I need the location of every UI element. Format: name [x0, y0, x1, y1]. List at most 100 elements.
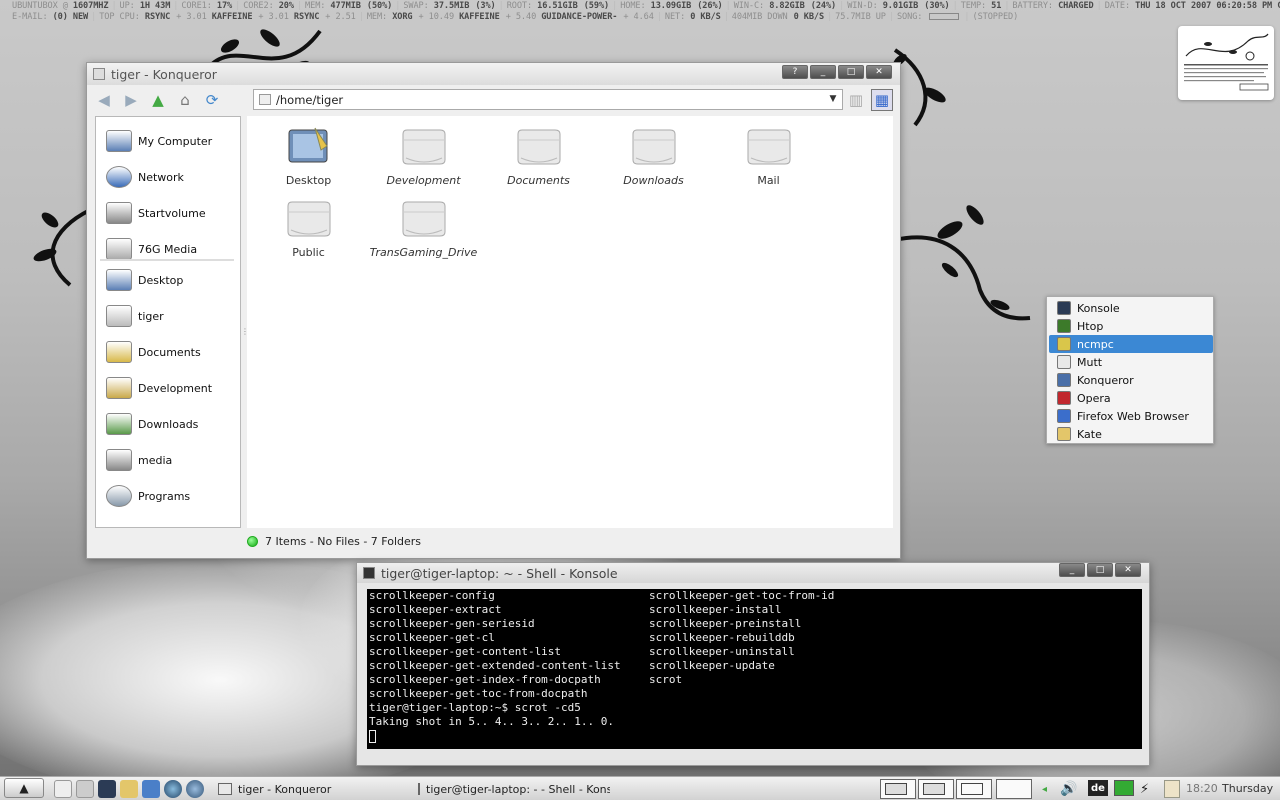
htop-icon — [1057, 319, 1071, 333]
sidebar-item-media[interactable]: media — [104, 446, 172, 474]
desktop-pager-4[interactable] — [996, 779, 1032, 799]
mutt-icon — [1057, 355, 1071, 369]
task-konqueror[interactable]: tiger - Konqueror — [218, 780, 331, 798]
desktop-pager-2[interactable] — [918, 779, 954, 799]
file-item[interactable]: Public — [251, 198, 366, 259]
file-label: Public — [292, 246, 325, 259]
sidebar-item-network[interactable]: Network — [104, 163, 184, 191]
menu-item-opera[interactable]: Opera — [1049, 389, 1213, 407]
monitor-key: win-d: — [847, 1, 878, 11]
monitor-stat: (50%) — [361, 1, 392, 12]
konsole-titlebar[interactable]: tiger@tiger-laptop: ~ - Shell - Konsole — [357, 563, 1149, 583]
monitor-value: 20% — [278, 1, 294, 11]
close-button[interactable]: ✕ — [1115, 563, 1141, 577]
minimize-button[interactable]: _ — [810, 65, 836, 79]
sidebar-item-documents[interactable]: Documents — [104, 338, 201, 366]
sidebar-item-startvolume[interactable]: Startvolume — [104, 199, 206, 227]
menu-item-ncmpc[interactable]: ncmpc — [1049, 335, 1213, 353]
clock[interactable]: 18:20 — [1186, 782, 1218, 795]
network-tray-icon[interactable]: ⚡ — [1140, 780, 1149, 798]
terminal-line: scrollkeeper-get-cl — [369, 631, 495, 644]
sidebar-item-label: Network — [138, 170, 184, 184]
terminal-prompt-line: tiger@tiger-laptop:~$ scrot -cd5 — [369, 701, 581, 714]
monitor-key: core1: — [181, 1, 212, 11]
up-arrow-icon[interactable]: ▲ — [147, 89, 169, 111]
menu-item-label: Opera — [1077, 391, 1111, 405]
task-konsole[interactable]: tiger@tiger-laptop: - - Shell - Konsole — [418, 780, 610, 798]
sidebar-item-desktop[interactable]: Desktop — [104, 266, 183, 294]
icon-view-icon[interactable]: ▦ — [871, 89, 893, 111]
menu-item-mutt[interactable]: Mutt — [1049, 353, 1213, 371]
close-button[interactable]: ✕ — [866, 65, 892, 79]
battery-icon[interactable] — [1114, 780, 1134, 796]
menu-item-konqueror[interactable]: Konqueror — [1049, 371, 1213, 389]
monitor-value: 0 KB/S — [793, 12, 825, 22]
file-label: Desktop — [285, 174, 332, 187]
reload-icon[interactable]: ⟳ — [201, 89, 223, 111]
sidebar-item-my-computer[interactable]: My Computer — [104, 127, 212, 155]
file-item[interactable]: Development — [366, 126, 481, 187]
sidebar-item-development[interactable]: Development — [104, 374, 212, 402]
monitor-value: THU 18 OCT 2007 06:20:58 PM CEST — [1135, 1, 1280, 11]
file-item[interactable]: Downloads — [596, 126, 711, 187]
monitor-stat: | win-d: 9.01GIB — [839, 1, 919, 11]
menu-item-htop[interactable]: Htop — [1049, 317, 1213, 335]
konqueror-window[interactable]: tiger - Konqueror ? _ □ ✕ ◀ ▶ ▲ ⌂ ⟳ /hom… — [86, 62, 901, 559]
terminal-line: scrollkeeper-get-toc-from-id — [649, 589, 835, 602]
sidebar-item-programs[interactable]: Programs — [104, 482, 190, 510]
monitor-stat: + 4.64 — [617, 12, 654, 23]
view-mode-icon[interactable]: ▥ — [845, 89, 867, 111]
location-text: /home/tiger — [276, 92, 344, 107]
task-label: tiger - Konqueror — [238, 782, 332, 796]
file-item[interactable]: TransGaming_Drive — [366, 198, 481, 259]
minimize-button[interactable]: _ — [1059, 563, 1085, 577]
monitor-value: (3%) — [475, 1, 496, 11]
monitor-stat: | net: 0 KB/S — [656, 12, 721, 22]
konqueror-icon[interactable] — [186, 780, 204, 798]
network-icon[interactable] — [142, 780, 160, 798]
monitor-key: temp: — [960, 1, 987, 11]
desktop-pager-1[interactable] — [880, 779, 916, 799]
chevron-down-icon[interactable]: ▼ — [826, 92, 840, 107]
forward-arrow-icon[interactable]: ▶ — [120, 89, 142, 111]
file-label: TransGaming_Drive — [369, 246, 478, 259]
location-bar[interactable]: /home/tiger ▼ — [253, 89, 843, 110]
sidebar-item-tiger[interactable]: tiger — [104, 302, 164, 330]
sidebar-item-downloads[interactable]: Downloads — [104, 410, 198, 438]
home-icon[interactable]: ⌂ — [174, 89, 196, 111]
home-folder-icon[interactable] — [76, 780, 94, 798]
monitor-value: (0) NEW — [52, 12, 89, 22]
file-item[interactable]: Mail — [711, 126, 826, 187]
kmenu-button[interactable]: ▲ — [4, 778, 44, 798]
volume-icon[interactable]: 🔊 — [1060, 780, 1077, 798]
splitter-handle[interactable]: ⋮ — [241, 327, 249, 341]
konsole-window[interactable]: tiger@tiger-laptop: ~ - Shell - Konsole … — [356, 562, 1150, 766]
menu-item-konsole[interactable]: Konsole — [1049, 299, 1213, 317]
file-item[interactable]: Desktop — [251, 126, 366, 187]
terminal-line: scrollkeeper-get-index-from-docpath — [369, 673, 601, 686]
maximize-button[interactable]: □ — [838, 65, 864, 79]
terminal-output[interactable]: scrollkeeper-config scrollkeeper-extract s… — [367, 589, 1142, 749]
file-item[interactable]: Documents — [481, 126, 596, 187]
terminal-icon[interactable] — [363, 567, 375, 579]
konqueror-titlebar[interactable]: tiger - Konqueror — [87, 63, 900, 85]
monitor-value: GUIDANCE-POWER- — [541, 12, 618, 22]
konsole-icon[interactable] — [98, 780, 116, 798]
window-menu-icon[interactable] — [93, 68, 105, 80]
monitor-stat: | song: — [886, 12, 962, 23]
keyboard-layout-indicator[interactable]: de — [1088, 780, 1108, 796]
show-desktop-icon[interactable] — [54, 780, 72, 798]
clipboard-icon[interactable] — [1164, 780, 1180, 798]
back-arrow-icon[interactable]: ◀ — [93, 89, 115, 111]
maximize-button[interactable]: □ — [1087, 563, 1113, 577]
firefox-icon[interactable] — [164, 780, 182, 798]
menu-item-kate[interactable]: Kate — [1049, 425, 1213, 443]
sidebar-item-label: media — [138, 453, 173, 467]
menu-item-firefox-web-browser[interactable]: Firefox Web Browser — [1049, 407, 1213, 425]
help-button[interactable]: ? — [782, 65, 808, 79]
desktop-pager-3[interactable] — [956, 779, 992, 799]
status-indicator-icon — [247, 535, 258, 547]
tray-arrow-icon[interactable]: ◂ — [1042, 780, 1047, 798]
monitor-key: mem: — [305, 1, 326, 11]
kate-icon[interactable] — [120, 780, 138, 798]
